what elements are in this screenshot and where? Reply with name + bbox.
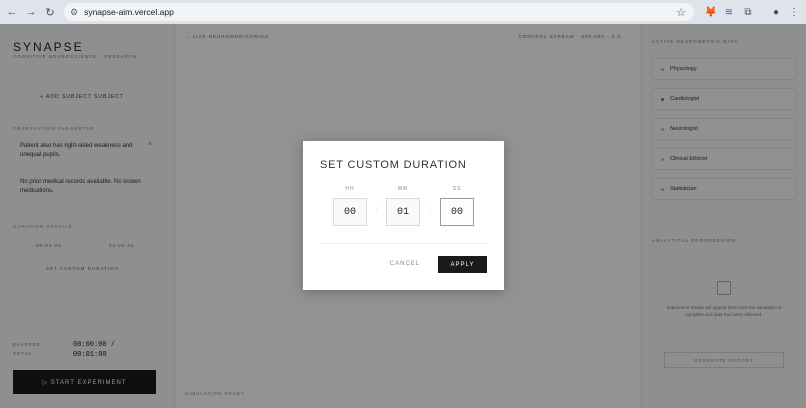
custom-duration-dialog: SET CUSTOM DURATION HH MM SS 00 : 01 : 0… bbox=[303, 141, 504, 290]
seconds-label: SS bbox=[452, 186, 462, 192]
minutes-input[interactable]: 01 bbox=[386, 198, 420, 226]
browser-menu-icon[interactable]: ⋮ bbox=[787, 5, 801, 19]
dialog-divider bbox=[320, 243, 487, 244]
address-bar[interactable]: ⚙ synapse-aim.vercel.app ☆ bbox=[64, 3, 694, 21]
browser-toolbar: ← → ↻ ⚙ synapse-aim.vercel.app ☆ 🦊 ≋ ⧉ ●… bbox=[0, 0, 806, 24]
back-arrow-icon[interactable]: ← bbox=[5, 5, 19, 19]
apply-button[interactable]: APPLY bbox=[438, 256, 487, 273]
minutes-label: MM bbox=[397, 186, 409, 192]
metamask-extension-icon[interactable]: 🦊 bbox=[704, 5, 718, 19]
hours-input[interactable]: 00 bbox=[333, 198, 367, 226]
cancel-button[interactable]: CANCEL bbox=[385, 257, 425, 271]
bookmark-star-icon[interactable]: ☆ bbox=[676, 6, 686, 19]
reload-icon[interactable]: ↻ bbox=[43, 5, 57, 19]
seconds-input[interactable]: 00 bbox=[440, 198, 474, 226]
url-text: synapse-aim.vercel.app bbox=[84, 7, 174, 17]
hours-label: HH bbox=[345, 186, 355, 192]
site-info-icon[interactable]: ⚙ bbox=[70, 7, 78, 18]
time-separator: : bbox=[376, 205, 379, 214]
extensions-puzzle-icon[interactable]: ⧉ bbox=[741, 5, 755, 19]
time-separator: : bbox=[429, 205, 432, 214]
layers-extension-icon[interactable]: ≋ bbox=[722, 5, 736, 19]
dialog-title: SET CUSTOM DURATION bbox=[320, 159, 467, 171]
forward-arrow-icon[interactable]: → bbox=[24, 5, 38, 19]
profile-avatar-icon[interactable]: ● bbox=[769, 5, 783, 19]
